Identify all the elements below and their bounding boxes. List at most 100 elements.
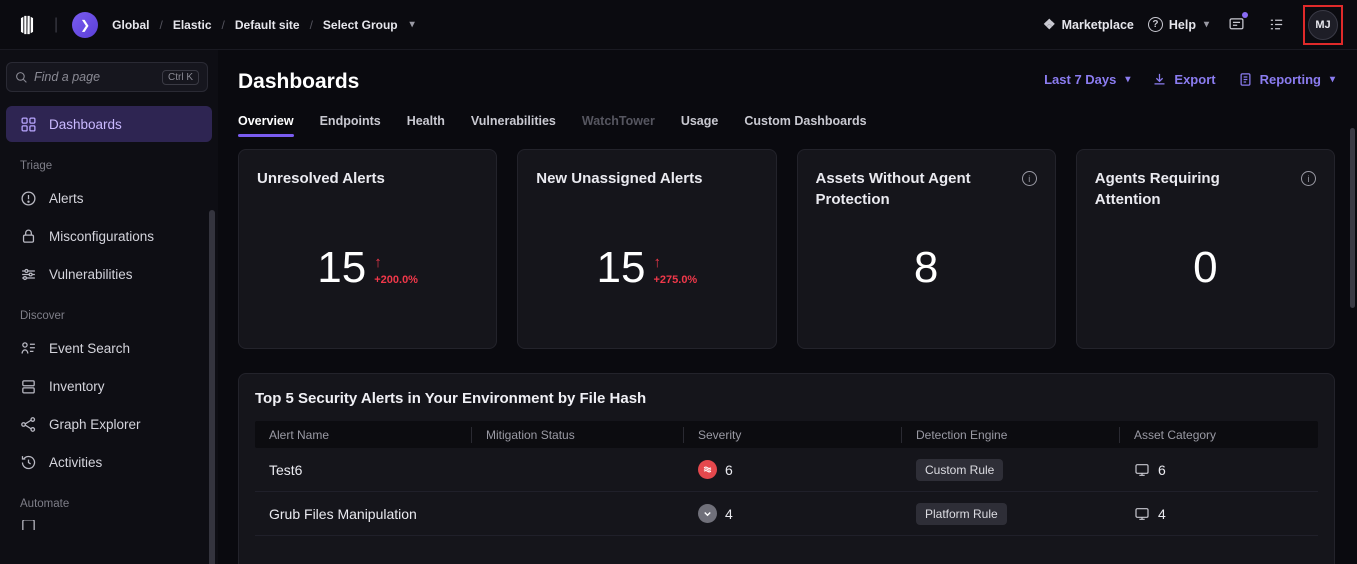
chevron-down-icon: ▾ <box>1125 74 1130 85</box>
cell-alert-name[interactable]: Grub Files Manipulation <box>255 506 472 522</box>
sidebar-search[interactable]: Ctrl K <box>6 62 208 92</box>
sidebar-item-activities[interactable]: Activities <box>6 444 212 480</box>
table-header: Alert Name Mitigation Status Severity De… <box>255 421 1318 448</box>
asset-count: 4 <box>1158 506 1166 522</box>
detection-engine-badge[interactable]: Custom Rule <box>916 459 1003 481</box>
user-avatar[interactable]: MJ <box>1308 10 1338 40</box>
sidebar-item-inventory[interactable]: Inventory <box>6 368 212 404</box>
cell-alert-name[interactable]: Test6 <box>255 462 472 478</box>
date-range-label: Last 7 Days <box>1044 72 1116 87</box>
breadcrumb-group-selector[interactable]: Select Group <box>323 18 398 32</box>
sidebar-scrollbar[interactable] <box>209 210 215 564</box>
sidebar-item-alerts[interactable]: Alerts <box>6 180 212 216</box>
tab-overview[interactable]: Overview <box>238 114 294 137</box>
breadcrumb-account[interactable]: Elastic <box>173 18 212 32</box>
cell-severity: 4 <box>684 504 902 523</box>
endpoint-icon <box>1134 462 1150 478</box>
column-header-mitigation-status[interactable]: Mitigation Status <box>472 427 684 443</box>
task-list-button[interactable] <box>1263 14 1289 36</box>
sidebar-item-label: Alerts <box>49 191 84 206</box>
export-button[interactable]: Export <box>1152 72 1215 87</box>
tab-watchtower[interactable]: WatchTower <box>582 114 655 137</box>
severity-count: 6 <box>725 462 733 478</box>
column-header-alert-name[interactable]: Alert Name <box>255 427 472 443</box>
help-label: Help <box>1169 18 1196 32</box>
event-search-icon <box>20 340 37 357</box>
table-row[interactable]: Grub Files Manipulation 4 Platform Rule <box>255 492 1318 536</box>
topbar: | ❯ Global / Elastic / Default site / Se… <box>0 0 1357 50</box>
alerts-icon <box>20 190 37 207</box>
notification-dot <box>1242 12 1248 18</box>
search-shortcut: Ctrl K <box>162 70 199 85</box>
card-title: Agents Requiring Attention <box>1095 168 1270 210</box>
tab-vulnerabilities[interactable]: Vulnerabilities <box>471 114 556 137</box>
marketplace-button[interactable]: ❖ Marketplace <box>1043 16 1134 33</box>
detection-engine-badge[interactable]: Platform Rule <box>916 503 1007 525</box>
sidebar-item-clipped[interactable] <box>6 520 212 530</box>
graph-explorer-icon <box>20 416 37 433</box>
table-row[interactable]: Test6 6 Custom Rule <box>255 448 1318 492</box>
tab-usage[interactable]: Usage <box>681 114 719 137</box>
breadcrumb-separator: / <box>310 18 313 32</box>
chevron-down-icon: ▾ <box>410 19 415 30</box>
panel-title: Top 5 Security Alerts in Your Environmen… <box>255 390 1318 407</box>
breadcrumb-separator: / <box>160 18 163 32</box>
column-header-severity[interactable]: Severity <box>684 427 902 443</box>
sidebar-expand-button[interactable]: ❯ <box>72 12 98 38</box>
sidebar-section-automate: Automate <box>0 482 218 518</box>
help-icon: ? <box>1148 17 1163 32</box>
clipped-icon <box>20 520 37 530</box>
breadcrumb-site[interactable]: Default site <box>235 18 300 32</box>
card-title: Unresolved Alerts <box>257 168 385 189</box>
topbar-divider: | <box>54 16 58 34</box>
sidebar-item-event-search[interactable]: Event Search <box>6 330 212 366</box>
column-header-asset-category[interactable]: Asset Category <box>1120 427 1318 443</box>
breadcrumb-separator: / <box>222 18 225 32</box>
sidebar-item-dashboards[interactable]: Dashboards <box>6 106 212 142</box>
trend-up-icon: ↑ <box>653 255 661 270</box>
sidebar-item-misconfigurations[interactable]: Misconfigurations <box>6 218 212 254</box>
sidebar: Ctrl K Dashboards Triage Alerts Misconfi… <box>0 50 218 564</box>
breadcrumb-global[interactable]: Global <box>112 18 149 32</box>
top-alerts-panel: Top 5 Security Alerts in Your Environmen… <box>238 373 1335 564</box>
sidebar-item-graph-explorer[interactable]: Graph Explorer <box>6 406 212 442</box>
sidebar-item-label: Activities <box>49 455 102 470</box>
stat-card-agents-requiring-attention[interactable]: Agents Requiring Attention i 0 <box>1076 149 1335 349</box>
sidebar-item-label: Graph Explorer <box>49 417 141 432</box>
info-icon[interactable]: i <box>1022 171 1037 186</box>
search-input[interactable] <box>34 70 156 84</box>
export-label: Export <box>1174 72 1215 87</box>
reporting-label: Reporting <box>1260 72 1321 87</box>
date-range-selector[interactable]: Last 7 Days ▾ <box>1044 72 1130 87</box>
tab-custom-dashboards[interactable]: Custom Dashboards <box>744 114 866 137</box>
sentinelone-logo-icon <box>14 12 40 38</box>
column-header-detection-engine[interactable]: Detection Engine <box>902 427 1120 443</box>
main-content: Dashboards Last 7 Days ▾ Export Report <box>218 50 1357 564</box>
info-icon[interactable]: i <box>1301 171 1316 186</box>
severity-high-icon <box>698 460 717 479</box>
marketplace-icon: ❖ <box>1043 16 1056 33</box>
sidebar-section-triage: Triage <box>0 144 218 180</box>
cell-severity: 6 <box>684 460 902 479</box>
lock-icon <box>20 228 37 245</box>
severity-count: 4 <box>725 506 733 522</box>
tab-health[interactable]: Health <box>407 114 445 137</box>
sidebar-item-label: Misconfigurations <box>49 229 154 244</box>
notifications-button[interactable] <box>1223 14 1249 36</box>
card-delta: +275.0% <box>653 274 697 286</box>
sliders-icon <box>20 266 37 283</box>
sidebar-item-vulnerabilities[interactable]: Vulnerabilities <box>6 256 212 292</box>
sidebar-item-label: Event Search <box>49 341 130 356</box>
card-value: 15 <box>597 246 646 290</box>
reporting-button[interactable]: Reporting ▾ <box>1238 72 1335 87</box>
cell-asset-category: 4 <box>1120 506 1318 522</box>
endpoint-icon <box>1134 506 1150 522</box>
chevron-down-icon: ▾ <box>1204 19 1209 30</box>
page-scrollbar[interactable] <box>1350 128 1355 308</box>
sidebar-item-label: Dashboards <box>49 117 122 132</box>
stat-card-assets-without-agent[interactable]: Assets Without Agent Protection i 8 <box>797 149 1056 349</box>
stat-card-new-unassigned-alerts[interactable]: New Unassigned Alerts 15 ↑ +275.0% <box>517 149 776 349</box>
stat-card-unresolved-alerts[interactable]: Unresolved Alerts 15 ↑ +200.0% <box>238 149 497 349</box>
help-button[interactable]: ? Help ▾ <box>1148 17 1209 32</box>
tab-endpoints[interactable]: Endpoints <box>320 114 381 137</box>
